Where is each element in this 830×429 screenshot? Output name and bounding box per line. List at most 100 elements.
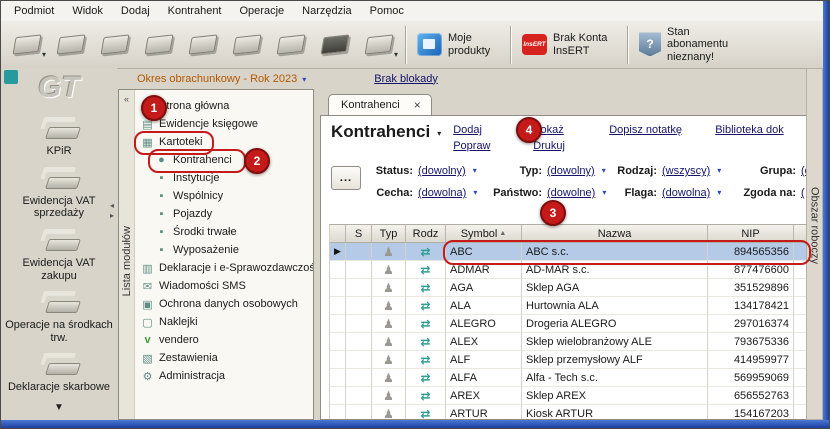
filter-rodzaj-value[interactable]: (wszyscy) [662,165,710,177]
tree-item-administracja[interactable]: ⚙Administracja [137,367,313,385]
drukuj-link[interactable]: Drukuj [533,140,609,156]
declarations-icon: ▥ [141,262,154,275]
konto-insert-button[interactable]: InsERT Brak Konta InsERT [516,32,623,57]
collapse-panel-icon[interactable]: « [124,94,129,104]
table-row[interactable]: ♟ ⇄ AGA Sklep AGA 351529896 [330,279,807,297]
page-title[interactable]: Kontrahenci ▾ [331,122,441,158]
tree-item-wyposazenie[interactable]: ▪Wyposażenie [137,241,313,259]
header-typ[interactable]: Typ [372,225,406,243]
tree-item-pojazdy[interactable]: ▪Pojazdy [137,205,313,223]
caret-down-icon: ▾ [394,51,398,59]
menu-operacje[interactable]: Operacje [231,3,294,19]
annotation-step-3: 3 [540,200,566,226]
person-icon: ♟ [383,246,394,258]
header-s[interactable]: S [346,225,372,243]
table-row[interactable]: ♟ ⇄ ALF Sklep przemysłowy ALF 414959977 [330,351,807,369]
envelope-button[interactable] [49,25,93,65]
popraw-link[interactable]: Popraw [453,140,533,156]
page-title-label: Kontrahenci [331,122,430,158]
filter-status-value[interactable]: (dowolny) [418,165,466,177]
notes-button[interactable] [225,25,269,65]
rail-item-vat-zakupu[interactable]: Ewidencja VAT zakupu [4,229,114,282]
cell-symbol: AREX [446,387,522,405]
person-icon: ♟ [383,318,394,330]
menu-pomoc[interactable]: Pomoc [361,3,413,19]
close-icon[interactable]: × [412,99,423,111]
table-row[interactable]: ♟ ⇄ ALEX Sklep wielobranżowy ALE 7936753… [330,333,807,351]
equipment-icon: ▪ [155,244,168,256]
filter-label: Typ: [486,165,542,177]
tree-item-srodki-trwale[interactable]: ▪Środki trwałe [137,223,313,241]
pokaz-link[interactable]: Pokaż [533,124,609,140]
tree-item-deklaracje[interactable]: ▥Deklaracje i e-Sprawozdawczość [137,259,313,277]
rail-more-button[interactable]: ▼ [54,402,64,413]
tree-item-vendero[interactable]: vvendero [137,331,313,349]
transfer-arrows-icon: ⇄ [420,246,430,258]
menu-widok[interactable]: Widok [63,3,112,19]
menu-podmiot[interactable]: Podmiot [5,3,63,19]
tree-item-sms[interactable]: ✉Wiadomości SMS [137,277,313,295]
tree-item-naklejki[interactable]: ▢Naklejki [137,313,313,331]
new-item-split-button[interactable]: ▾ [5,25,49,65]
splitter-handle[interactable]: ◂ ▸ [107,201,117,221]
biblioteka-link[interactable]: Biblioteka dok [715,124,784,140]
rail-item-deklaracje[interactable]: Deklaracje skarbowe [4,353,114,394]
transfer-arrows-icon: ⇄ [420,264,430,276]
binder-button[interactable] [269,25,313,65]
table-row[interactable]: ♟ ⇄ ALA Hurtownia ALA 134178421 [330,297,807,315]
menu-kontrahent[interactable]: Kontrahent [159,3,231,19]
tree-item-wspolnicy[interactable]: ▪Wspólnicy [137,187,313,205]
stamp-button[interactable] [93,25,137,65]
dopisz-notatke-link[interactable]: Dopisz notatkę [609,124,715,140]
person-icon: ♟ [383,336,394,348]
annotation-step-2: 2 [244,148,270,174]
moje-produkty-button[interactable]: Moje produkty [411,32,506,57]
filter-grupa: Grupa:(dowolna) [736,165,807,177]
brak-blokady-link[interactable]: Brak blokady [374,73,438,85]
filter-options-button[interactable]: ... [331,166,361,190]
rail-item-vat-sprzedazy[interactable]: Ewidencja VAT sprzedaży [4,167,114,220]
stan-abonamentu-button[interactable]: ? Stan abonamentu nieznany! [633,26,755,64]
table-row[interactable]: ♟ ⇄ ARTUR Kiosk ARTUR 154167203 [330,405,807,419]
filter-flaga-value[interactable]: (dowolna) [662,187,710,199]
calculator-button[interactable] [181,25,225,65]
filter-typ: Typ:(dowolny)▾ [486,165,608,177]
eraser-button[interactable] [137,25,181,65]
header-rodz[interactable]: Rodz [406,225,446,243]
filters-grid: Status:(dowolny)▾ Typ:(dowolny)▾ Rodzaj:… [371,160,807,204]
app-window: Podmiot Widok Dodaj Kontrahent Operacje … [0,0,830,429]
table-row[interactable]: ♟ ⇄ AREX Sklep AREX 656552763 [330,387,807,405]
caret-down-icon: ▾ [717,167,721,175]
tree-label: Wspólnicy [173,190,223,202]
window-edge [823,1,829,420]
filter-cecha: Cecha:(dowolna)▾ [371,187,483,199]
rail-item-srodki-trwale[interactable]: Operacje na środkach trw. [4,291,114,344]
menu-narzedzia[interactable]: Narzędzia [293,3,361,19]
filter-panstwo-value[interactable]: (dowolne) [547,187,595,199]
menu-dodaj[interactable]: Dodaj [112,3,159,19]
table-body: ▶ ♟ ⇄ ABC ABC s.c. 894565356 ♟ ⇄ ADMAR [330,243,807,419]
cell-nazwa: Sklep przemysłowy ALF [522,351,708,369]
tree-item-ochrona-danych[interactable]: ▣Ochrona danych osobowych [137,295,313,313]
filter-flaga: Flaga:(dowolna)▾ [611,187,733,199]
rail-item-kpir[interactable]: KPiR [4,117,114,158]
cell-nip: 793675336 [708,333,794,351]
period-selector[interactable]: Okres obrachunkowy - Rok 2023 ▾ [137,73,306,85]
cell-symbol: ALFA [446,369,522,387]
rail-item-label: Ewidencja VAT zakupu [4,257,114,282]
cell-symbol: ALEX [446,333,522,351]
tree-item-zestawienia[interactable]: ▧Zestawienia [137,349,313,367]
tab-kontrahenci[interactable]: Kontrahenci × [328,94,432,116]
sms-icon: ✉ [141,280,154,293]
filter-zgoda-value[interactable]: ( [801,187,805,199]
filter-cecha-value[interactable]: (dowolna) [418,187,466,199]
stan-abonamentu-label: Stan abonamentu nieznany! [667,26,749,64]
filter-typ-value[interactable]: (dowolny) [547,165,595,177]
table-row[interactable]: ♟ ⇄ ALFA Alfa - Tech s.c. 569959069 [330,369,807,387]
package-button[interactable] [313,25,357,65]
ledger-stack-icon [45,127,81,139]
main-content: Kontrahenci ▾ Dodaj Pokaż Dopisz notatkę… [320,115,808,420]
export-split-button[interactable]: ▾ [357,25,401,65]
table-row[interactable]: ♟ ⇄ ALEGRO Drogeria ALEGRO 297016374 [330,315,807,333]
institutions-icon: ▪ [155,172,168,184]
